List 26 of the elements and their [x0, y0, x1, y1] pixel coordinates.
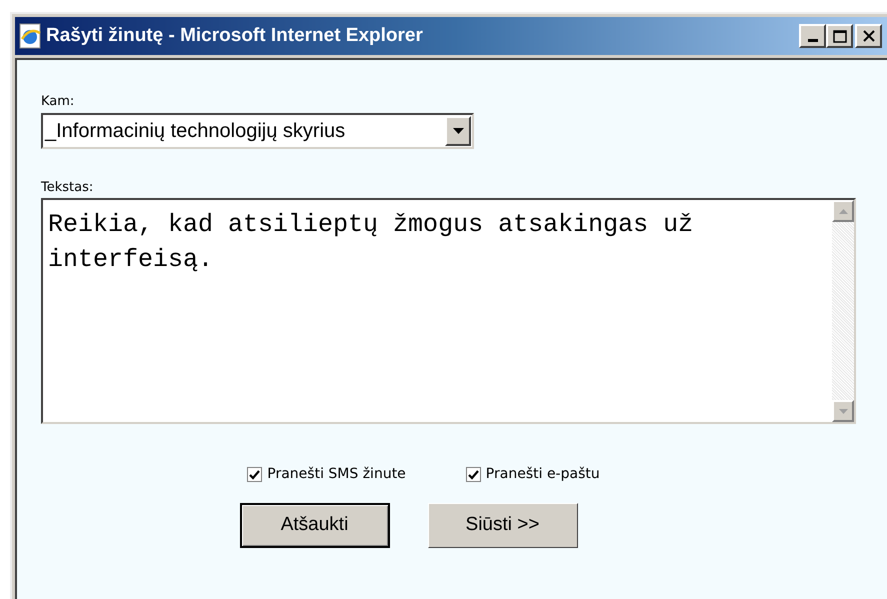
- recipient-label: Kam:: [41, 94, 76, 110]
- dialog-button[interactable]: Atšaukti: [240, 503, 390, 548]
- scrollbar[interactable]: [832, 200, 854, 422]
- minimize-icon: [808, 39, 818, 42]
- up-arrow-icon: [838, 208, 848, 214]
- checkbox-label: Pranešti e-paštu: [486, 465, 600, 484]
- dialog-button[interactable]: Siūsti >>: [428, 503, 578, 548]
- checkbox[interactable]: [466, 467, 481, 482]
- dropdown-button[interactable]: [445, 116, 471, 146]
- close-button[interactable]: [855, 24, 882, 48]
- caret-icon: [452, 128, 464, 134]
- browser-icon: [18, 23, 42, 49]
- maximize-button[interactable]: [826, 24, 853, 48]
- checkbox[interactable]: [247, 467, 262, 482]
- down-arrow-icon: [838, 408, 848, 414]
- scroll-up-button[interactable]: [832, 200, 854, 222]
- scroll-down-button[interactable]: [832, 400, 854, 422]
- close-icon: [862, 30, 874, 42]
- message-field[interactable]: Reikia, kad atsilieptų žmogus atsakingas už interfeisą.: [41, 198, 856, 424]
- maximize-icon: [832, 30, 846, 42]
- minimize-button[interactable]: [799, 24, 826, 48]
- recipient-select[interactable]: _Informacinių technologijų skyrius: [41, 113, 474, 149]
- select-value: _Informacinių technologijų skyrius: [44, 119, 346, 144]
- message-label: Tekstas:: [41, 180, 94, 196]
- window-title: Rašyti žinutę - Microsoft Internet Explorer: [46, 24, 423, 48]
- checkbox-label: Pranešti SMS žinute: [267, 465, 406, 484]
